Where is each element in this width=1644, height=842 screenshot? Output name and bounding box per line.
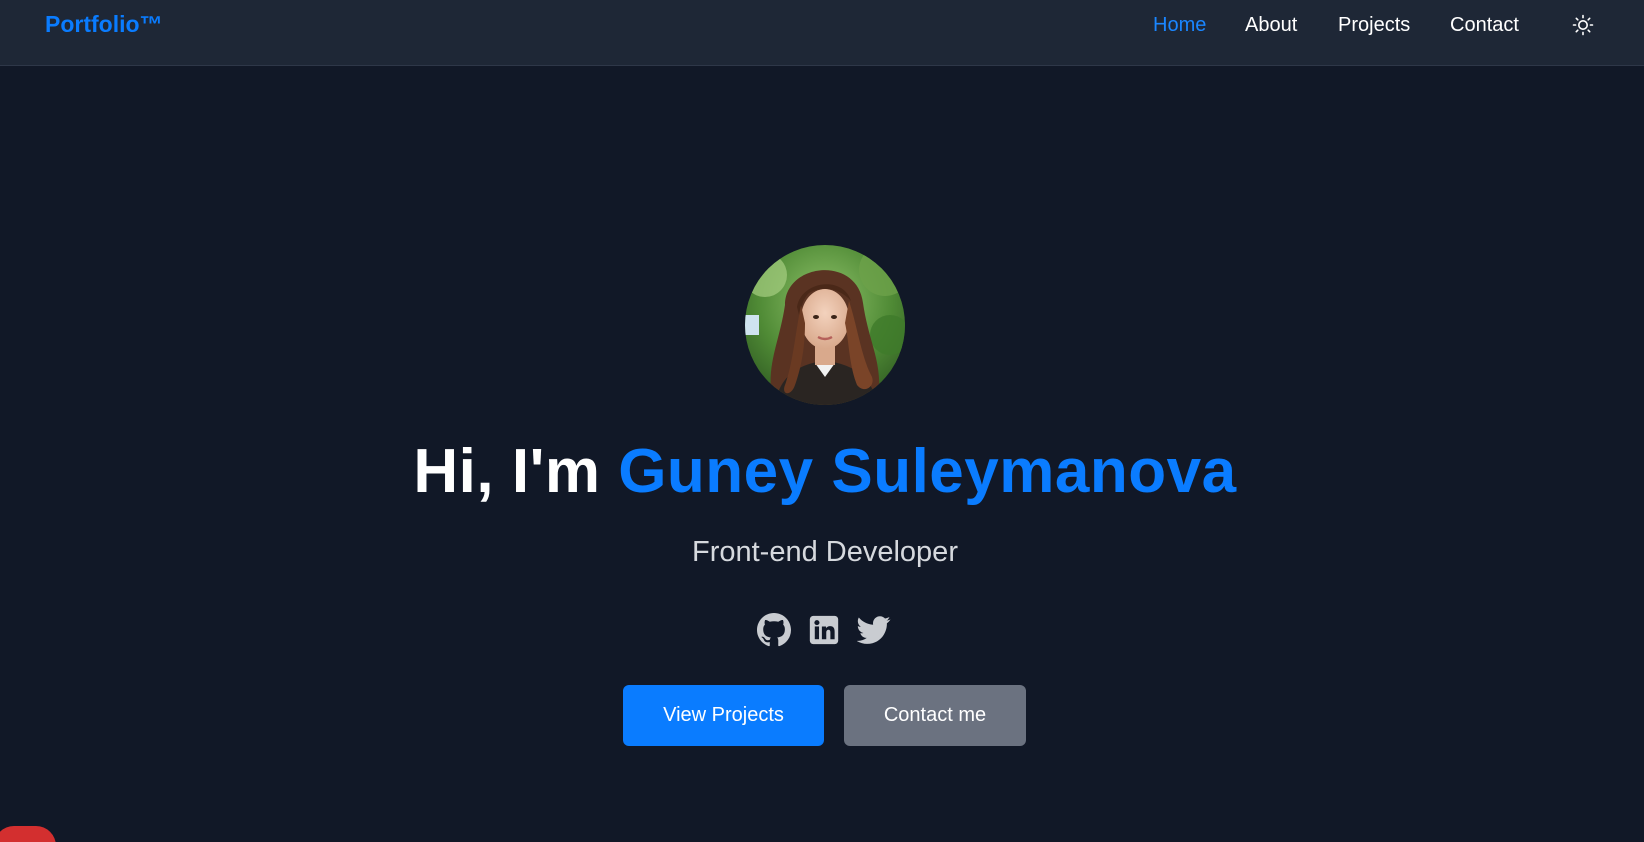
github-link[interactable] [757, 613, 791, 647]
hero-subtitle: Front-end Developer [692, 536, 958, 568]
contact-me-button[interactable]: Contact me [844, 685, 1026, 746]
twitter-link[interactable] [856, 613, 891, 647]
greeting-text: Hi, I'm [413, 437, 619, 506]
view-projects-button[interactable]: View Projects [623, 685, 824, 746]
profile-photo [745, 245, 905, 405]
sun-icon [1572, 14, 1594, 36]
avatar [745, 245, 905, 405]
theme-toggle-button[interactable] [1572, 14, 1594, 36]
nav-link-home[interactable]: Home [1153, 14, 1206, 37]
hero-section: Hi, I'm Guney Suleymanova Front-end Deve… [0, 66, 1644, 842]
linkedin-icon [809, 615, 839, 645]
linkedin-link[interactable] [807, 613, 841, 647]
nav-link-about[interactable]: About [1245, 14, 1297, 37]
twitter-icon [856, 616, 891, 644]
hero-headline: Hi, I'm Guney Suleymanova [0, 441, 1644, 503]
portfolio-page: Portfolio™ Home About Projects Contact H… [0, 0, 1644, 842]
github-icon [757, 613, 791, 647]
brand-logo-link[interactable]: Portfolio™ [45, 11, 163, 38]
nav-link-projects[interactable]: Projects [1338, 14, 1410, 37]
navbar: Portfolio™ Home About Projects Contact [0, 0, 1644, 66]
name-text: Guney Suleymanova [618, 437, 1237, 506]
nav-link-contact[interactable]: Contact [1450, 14, 1519, 37]
